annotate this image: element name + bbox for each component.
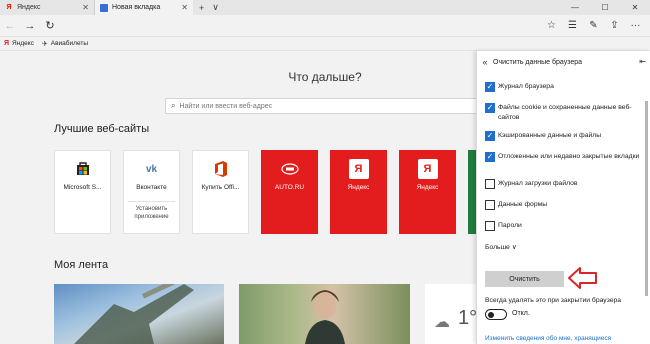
forward-button[interactable]: → bbox=[20, 15, 40, 37]
checkbox-unchecked[interactable] bbox=[485, 179, 495, 189]
plane-icon: ✈ bbox=[41, 40, 48, 48]
feed-title: Моя лента bbox=[54, 259, 109, 271]
news-card-image[interactable] bbox=[54, 284, 224, 344]
tab-controls: + ∨ bbox=[193, 0, 219, 15]
tile-label: Яндекс bbox=[347, 184, 370, 191]
share-icon[interactable]: ⇪ bbox=[604, 15, 625, 37]
checkbox-checked[interactable]: ✓ bbox=[485, 82, 495, 92]
tab-title: Яндекс bbox=[17, 4, 41, 11]
option-closed-tabs[interactable]: ✓ Отложенные или недавно закрытые вкладк… bbox=[485, 152, 643, 162]
tile-label: Яндекс bbox=[416, 184, 439, 191]
option-browser-history[interactable]: ✓ Журнал браузера bbox=[485, 82, 643, 92]
pin-icon[interactable]: ⇤ bbox=[639, 57, 646, 66]
always-clear-toggle[interactable] bbox=[485, 309, 507, 320]
autoru-icon bbox=[280, 159, 300, 179]
close-tab-icon[interactable]: ✕ bbox=[82, 3, 89, 12]
tile-label: Купить Offi... bbox=[201, 184, 240, 191]
address-bar[interactable] bbox=[60, 18, 541, 34]
close-tab-icon[interactable]: ✕ bbox=[181, 3, 188, 12]
navigation-bar: ← → ↻ ☆ ☰ ✎ ⇪ ··· bbox=[0, 15, 650, 37]
tile-label: Вконтакте bbox=[136, 184, 167, 191]
reading-list-icon[interactable]: ☆ bbox=[541, 15, 562, 37]
option-cookies[interactable]: ✓ Файлы cookie и сохраненные данные веб-… bbox=[485, 103, 643, 123]
option-label: Данные формы bbox=[498, 201, 548, 208]
favorite-label: Яндекс bbox=[12, 40, 34, 47]
option-label: Файлы cookie и сохраненные данные веб-са… bbox=[498, 104, 632, 121]
option-label: Журнал браузера bbox=[498, 83, 554, 90]
yandex-icon: Я bbox=[348, 159, 369, 179]
office-icon bbox=[211, 159, 231, 179]
checkbox-checked[interactable]: ✓ bbox=[485, 131, 495, 141]
red-arrow-annotation bbox=[568, 267, 597, 289]
option-passwords[interactable]: Пароли bbox=[485, 221, 643, 231]
checkbox-checked[interactable]: ✓ bbox=[485, 103, 495, 113]
option-form-data[interactable]: Данные формы bbox=[485, 200, 643, 210]
minimize-button[interactable]: — bbox=[560, 0, 590, 15]
tile-label: Microsoft S... bbox=[63, 184, 102, 191]
option-label: Отложенные или недавно закрытые вкладки bbox=[498, 153, 640, 160]
maximize-button[interactable]: ☐ bbox=[590, 0, 620, 15]
vk-icon: vk bbox=[145, 163, 158, 175]
checkbox-unchecked[interactable] bbox=[485, 200, 495, 210]
back-button[interactable]: ← bbox=[0, 15, 20, 37]
search-placeholder: Найти или ввести веб-адрес bbox=[179, 102, 273, 110]
option-label: Пароли bbox=[498, 222, 522, 229]
install-app-link[interactable]: Установить приложение bbox=[128, 201, 175, 222]
yandex-icon: Я bbox=[417, 159, 438, 179]
more-options-link[interactable]: Больше ∨ bbox=[485, 243, 517, 251]
tab-new[interactable]: Новая вкладка ✕ bbox=[95, 0, 193, 15]
panel-title: Очистить данные браузера bbox=[493, 58, 583, 66]
toolbar-buttons: ☆ ☰ ✎ ⇪ ··· bbox=[541, 15, 646, 37]
favorite-label: Авиабилеты bbox=[50, 40, 88, 47]
tab-bar: Я Яндекс ✕ Новая вкладка ✕ + ∨ — ☐ ✕ bbox=[0, 0, 650, 15]
panel-scrollbar[interactable] bbox=[645, 101, 648, 296]
window-controls: — ☐ ✕ bbox=[560, 0, 650, 15]
tile-yandex-1[interactable]: Я Яндекс bbox=[330, 150, 387, 234]
top-sites: Microsoft S... vk Вконтакте Установить п… bbox=[54, 150, 476, 234]
toggle-state-label: Откл. bbox=[512, 310, 530, 317]
back-chevron-icon[interactable]: « bbox=[477, 57, 493, 67]
option-label: Кэшированные данные и файлы bbox=[498, 132, 602, 139]
cloud-icon: ☁ bbox=[434, 314, 450, 331]
panel-header: « Очистить данные браузера ⇤ bbox=[477, 51, 650, 73]
checkbox-unchecked[interactable] bbox=[485, 221, 495, 231]
weather-card[interactable]: ☁ 1°C bbox=[425, 284, 480, 344]
option-cache[interactable]: ✓ Кэшированные данные и файлы bbox=[485, 131, 643, 141]
favorite-yandex[interactable]: Я Яндекс bbox=[4, 40, 34, 47]
yandex-icon: Я bbox=[4, 40, 10, 47]
tabs-menu-button[interactable]: ∨ bbox=[212, 2, 219, 13]
edge-icon bbox=[100, 3, 108, 12]
window-close-button[interactable]: ✕ bbox=[620, 0, 650, 15]
news-card-image[interactable] bbox=[239, 284, 410, 344]
clear-button[interactable]: Очистить bbox=[485, 271, 564, 287]
tab-yandex[interactable]: Я Яндекс ✕ bbox=[0, 0, 95, 15]
toggle-knob bbox=[488, 311, 494, 318]
tile-microsoft-store[interactable]: Microsoft S... bbox=[54, 150, 111, 234]
search-icon: ⌕ bbox=[171, 101, 176, 110]
tile-vkontakte[interactable]: vk Вконтакте Установить приложение bbox=[123, 150, 180, 234]
privacy-link[interactable]: Изменить сведения обо мне, хранящиеся bbox=[485, 335, 611, 342]
web-note-icon[interactable]: ✎ bbox=[583, 15, 604, 37]
always-clear-label: Всегда удалять это при закрытии браузера bbox=[485, 297, 622, 304]
checkbox-checked[interactable]: ✓ bbox=[485, 152, 495, 162]
option-label: Журнал загрузки файлов bbox=[498, 180, 578, 187]
top-sites-title: Лучшие веб-сайты bbox=[54, 123, 150, 135]
tile-yandex-2[interactable]: Я Яндекс bbox=[399, 150, 456, 234]
new-tab-button[interactable]: + bbox=[199, 3, 204, 13]
tile-label: AUTO.RU bbox=[274, 184, 305, 191]
clear-data-panel: « Очистить данные браузера ⇤ ✓ Журнал бр… bbox=[476, 51, 650, 344]
microsoft-store-icon bbox=[73, 159, 93, 179]
favorite-aviabilety[interactable]: ✈ Авиабилеты bbox=[42, 40, 88, 48]
more-button[interactable]: ··· bbox=[625, 15, 646, 37]
yandex-icon: Я bbox=[6, 4, 12, 11]
hub-icon[interactable]: ☰ bbox=[562, 15, 583, 37]
refresh-button[interactable]: ↻ bbox=[40, 15, 60, 37]
tile-office[interactable]: Купить Offi... bbox=[192, 150, 249, 234]
tile-partial[interactable] bbox=[468, 150, 476, 234]
tab-title: Новая вкладка bbox=[112, 4, 161, 11]
option-download-history[interactable]: Журнал загрузки файлов bbox=[485, 179, 643, 189]
tile-autoru[interactable]: AUTO.RU bbox=[261, 150, 318, 234]
favorites-bar: Я Яндекс ✈ Авиабилеты bbox=[0, 37, 650, 51]
